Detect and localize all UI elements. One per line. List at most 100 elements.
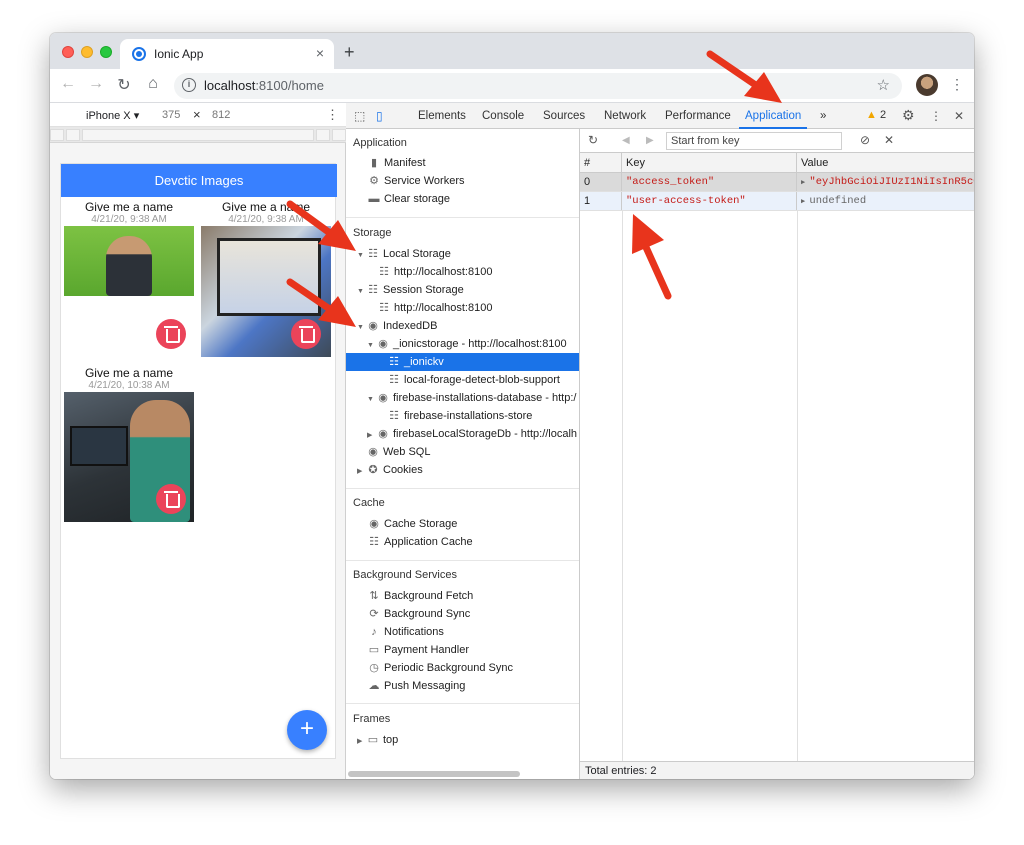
collapsed-arrow-icon[interactable]: ▶ bbox=[357, 733, 367, 751]
sidebar-item-background-fetch[interactable]: ⇅ Background Fetch bbox=[346, 587, 579, 605]
sidebar-item-push-messaging[interactable]: ☁ Push Messaging bbox=[346, 677, 579, 695]
previous-page-icon[interactable]: ◀ bbox=[622, 135, 630, 146]
sidebar-item-frame-top[interactable]: ▶ ▭ top bbox=[346, 731, 579, 751]
tab-network[interactable]: Network bbox=[604, 103, 646, 129]
sidebar-item-ionickv[interactable]: ☷ _ionickv bbox=[346, 353, 579, 371]
devtools-menu-icon[interactable]: ⋮ bbox=[930, 109, 942, 123]
column-header-key[interactable]: Key bbox=[622, 153, 797, 172]
device-emulation-pane: iPhone X ▾ 375 × 812 ⋮ Devctic Images Gi… bbox=[50, 103, 346, 779]
total-entries-status: Total entries: 2 bbox=[580, 761, 974, 779]
sidebar-item-service-workers[interactable]: ⚙ Service Workers bbox=[346, 172, 579, 190]
photo[interactable] bbox=[64, 226, 194, 296]
delete-icon[interactable] bbox=[156, 484, 186, 514]
sidebar-item-clear-storage[interactable]: ▬ Clear storage bbox=[346, 190, 579, 208]
row-key: "access_token" bbox=[622, 173, 797, 191]
sidebar-item-firebase-installations-db[interactable]: ▼ ◉ firebase-installations-database - http… bbox=[346, 389, 579, 407]
forward-icon[interactable]: → bbox=[86, 75, 106, 93]
url-text: localhost:8100/home bbox=[204, 78, 324, 93]
reload-icon[interactable]: ↻ bbox=[114, 75, 134, 95]
sidebar-item-local-storage-origin[interactable]: ☷ http://localhost:8100 bbox=[346, 263, 579, 281]
grid-icon: ☷ bbox=[389, 374, 399, 386]
database-icon: ◉ bbox=[368, 446, 378, 458]
storage-view: ↻ ◀ ▶ ⊘ ✕ # Key Value 0 "access_token" ▶… bbox=[580, 129, 974, 779]
device-height[interactable]: 812 bbox=[212, 109, 230, 121]
next-page-icon[interactable]: ▶ bbox=[646, 135, 654, 146]
table-row[interactable]: 0 "access_token" ▶ "eyJhbGciOiJIUzI1NiIs… bbox=[580, 173, 974, 192]
sidebar-item-payment-handler[interactable]: ▭ Payment Handler bbox=[346, 641, 579, 659]
sidebar-item-indexeddb[interactable]: ▼ ◉ IndexedDB bbox=[346, 317, 579, 335]
back-icon[interactable]: ← bbox=[58, 75, 78, 93]
tab-elements[interactable]: Elements bbox=[418, 103, 466, 129]
sidebar-item-local-storage[interactable]: ▼ ☷ Local Storage bbox=[346, 245, 579, 263]
sidebar-item-local-forage[interactable]: ☷ local-forage-detect-blob-support bbox=[346, 371, 579, 389]
column-header-value[interactable]: Value bbox=[797, 153, 974, 172]
sidebar-item-ionicstorage[interactable]: ▼ ◉ _ionicstorage - http://localhost:8100 bbox=[346, 335, 579, 353]
address-bar[interactable]: i localhost:8100/home ☆ bbox=[174, 73, 902, 99]
settings-gear-icon[interactable]: ⚙ bbox=[902, 107, 915, 124]
storage-table-header: # Key Value bbox=[580, 153, 974, 173]
inspect-element-icon[interactable]: ⬚ bbox=[354, 109, 365, 123]
browser-menu-icon[interactable]: ⋮ bbox=[950, 76, 964, 93]
sidebar-item-web-sql[interactable]: ◉ Web SQL bbox=[346, 443, 579, 461]
home-icon[interactable]: ⌂ bbox=[143, 75, 163, 93]
media-query-bar[interactable] bbox=[50, 127, 346, 143]
sidebar-item-firebase-local-storage-db[interactable]: ▶ ◉ firebaseLocalStorageDb - http://localh bbox=[346, 425, 579, 443]
browser-window: Ionic App × + ← → ↻ ⌂ i localhost:8100/h… bbox=[50, 33, 974, 779]
tab-performance[interactable]: Performance bbox=[665, 103, 731, 129]
device-more-icon[interactable]: ⋮ bbox=[326, 107, 339, 123]
device-width[interactable]: 375 bbox=[162, 109, 180, 121]
tab-application[interactable]: Application bbox=[739, 103, 808, 129]
device-toolbar: iPhone X ▾ 375 × 812 ⋮ bbox=[50, 103, 346, 127]
card-title: Give me a name bbox=[84, 200, 174, 214]
card-date: 4/21/20, 10:38 AM bbox=[88, 380, 170, 391]
delete-icon[interactable] bbox=[291, 319, 321, 349]
sidebar-item-periodic-background-sync[interactable]: ◷ Periodic Background Sync bbox=[346, 659, 579, 677]
cloud-icon: ☁ bbox=[368, 680, 380, 692]
row-index: 1 bbox=[580, 192, 622, 210]
sidebar-item-notifications[interactable]: ♪ Notifications bbox=[346, 623, 579, 641]
warning-icon: ▲ bbox=[866, 109, 877, 121]
tab-console[interactable]: Console bbox=[482, 103, 524, 129]
sidebar-scrollbar[interactable] bbox=[348, 771, 520, 777]
sidebar-item-session-storage[interactable]: ▼ ☷ Session Storage bbox=[346, 281, 579, 299]
device-toolbar-icon[interactable]: ▯ bbox=[376, 109, 383, 123]
row-value: ▶ "eyJhbGciOiJIUzI1NiIsInR5cC bbox=[801, 176, 974, 188]
sidebar-item-session-storage-origin[interactable]: ☷ http://localhost:8100 bbox=[346, 299, 579, 317]
card-title: Give me a name bbox=[221, 200, 311, 214]
delete-selected-icon[interactable]: ✕ bbox=[884, 133, 894, 147]
clear-all-icon[interactable]: ⊘ bbox=[860, 133, 870, 147]
site-info-icon[interactable]: i bbox=[182, 78, 196, 92]
table-row[interactable]: 1 "user-access-token" ▶ undefined bbox=[580, 192, 974, 211]
grid-icon: ☷ bbox=[368, 284, 378, 296]
sidebar-item-cookies[interactable]: ▶ ✪ Cookies bbox=[346, 461, 579, 481]
browser-tab[interactable]: Ionic App × bbox=[120, 39, 334, 69]
bookmark-star-icon[interactable]: ☆ bbox=[877, 76, 890, 94]
section-heading-cache: Cache bbox=[353, 497, 385, 509]
device-select[interactable]: iPhone X ▾ bbox=[86, 109, 139, 122]
new-tab-button[interactable]: + bbox=[344, 42, 355, 63]
minimize-window-button[interactable] bbox=[81, 46, 93, 58]
close-window-button[interactable] bbox=[62, 46, 74, 58]
more-tabs-icon[interactable]: » bbox=[820, 103, 826, 129]
add-photo-button[interactable]: + bbox=[287, 710, 327, 750]
column-header-index[interactable]: # bbox=[580, 153, 622, 172]
collapsed-arrow-icon[interactable]: ▶ bbox=[357, 463, 367, 481]
close-devtools-icon[interactable]: ✕ bbox=[954, 109, 964, 123]
delete-icon[interactable] bbox=[156, 319, 186, 349]
grid-icon: ☷ bbox=[379, 302, 389, 314]
close-tab-icon[interactable]: × bbox=[316, 45, 324, 61]
zoom-window-button[interactable] bbox=[100, 46, 112, 58]
sidebar-item-application-cache[interactable]: ☷ Application Cache bbox=[346, 533, 579, 551]
grid-icon: ☷ bbox=[379, 266, 389, 278]
sidebar-item-manifest[interactable]: ▮ Manifest bbox=[346, 154, 579, 172]
start-from-key-input[interactable] bbox=[666, 132, 842, 150]
card-title: Give me a name bbox=[84, 366, 174, 380]
sidebar-item-cache-storage[interactable]: ◉ Cache Storage bbox=[346, 515, 579, 533]
refresh-icon[interactable]: ↻ bbox=[588, 133, 598, 147]
tab-sources[interactable]: Sources bbox=[543, 103, 585, 129]
warnings-badge[interactable]: ▲ 2 bbox=[866, 109, 886, 121]
profile-avatar[interactable] bbox=[916, 74, 938, 96]
sidebar-item-firebase-installations-store[interactable]: ☷ firebase-installations-store bbox=[346, 407, 579, 425]
arrows-updown-icon: ⇅ bbox=[369, 590, 379, 602]
sidebar-item-background-sync[interactable]: ⟳ Background Sync bbox=[346, 605, 579, 623]
